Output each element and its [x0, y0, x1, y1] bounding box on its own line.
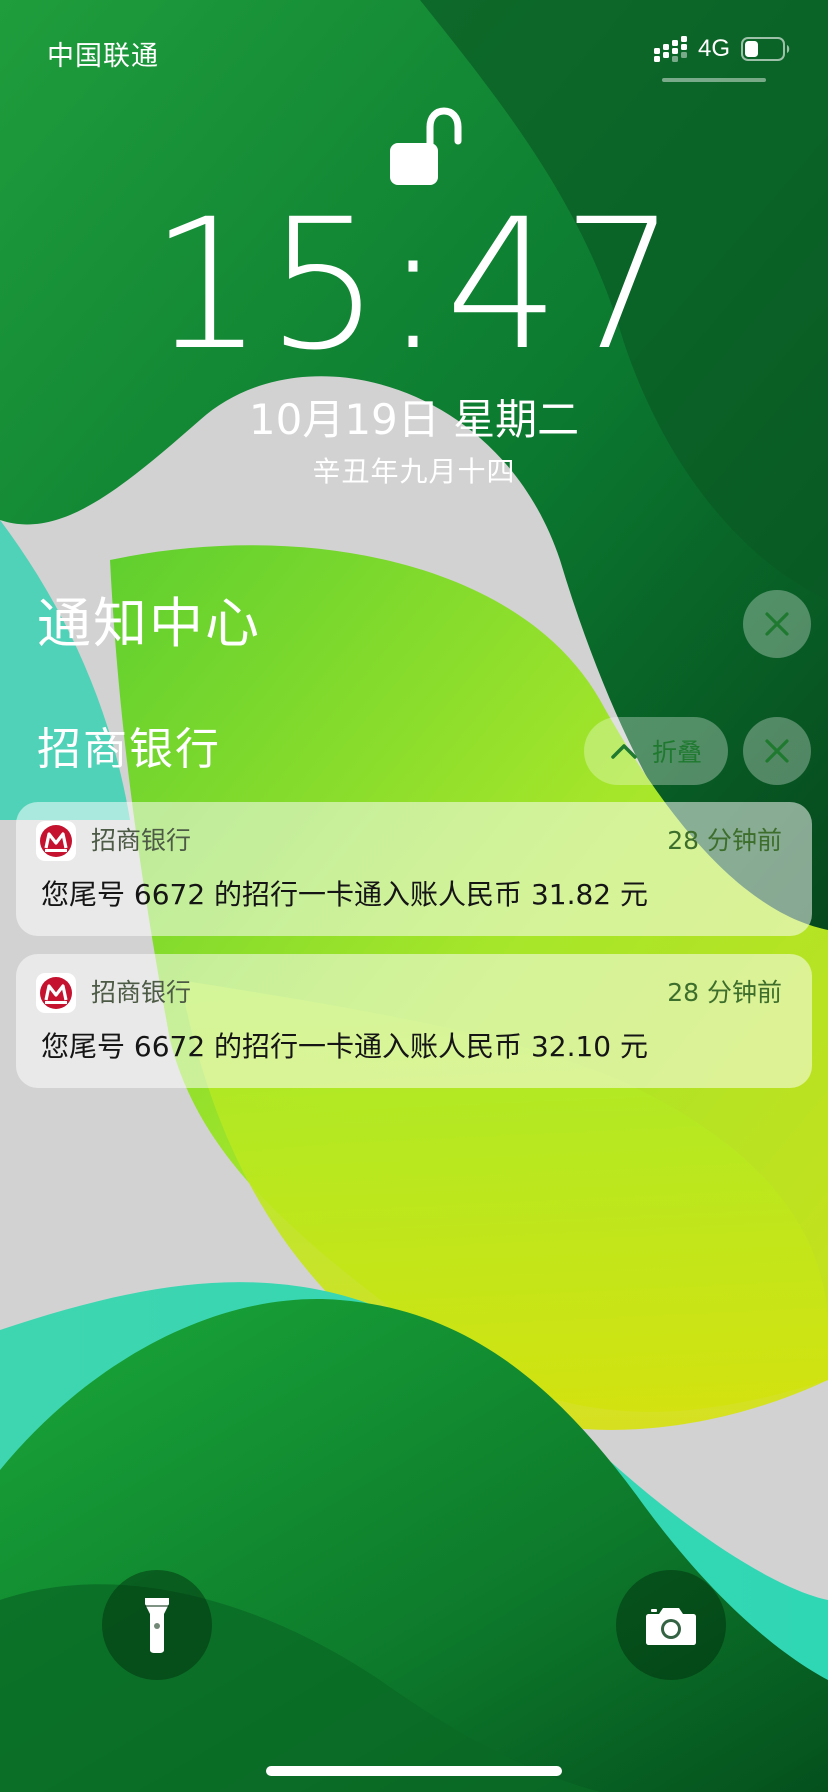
- cmb-app-icon: [36, 973, 76, 1013]
- collapse-label: 折叠: [651, 738, 702, 767]
- notification-card[interactable]: 招商银行 28 分钟前 您尾号 6672 的招行一卡通入账人民币 32.10 元: [16, 954, 812, 1088]
- flashlight-button[interactable]: [102, 1570, 212, 1680]
- notification-center-title: 通知中心: [37, 592, 261, 655]
- carrier-name: 中国联通: [47, 41, 159, 72]
- lock-screen-time: 15:47: [149, 181, 679, 390]
- close-icon: [765, 612, 789, 636]
- flashlight-icon: [145, 1598, 169, 1653]
- lunar-date: 辛丑年九月十四: [312, 455, 516, 488]
- clear-all-button[interactable]: [743, 590, 811, 658]
- signal-bars-icon: [654, 36, 687, 62]
- notification-time: 28 分钟前: [667, 978, 782, 1007]
- notification-body: 您尾号 6672 的招行一卡通入账人民币 31.82 元: [41, 878, 649, 911]
- lock-screen-date: 10月19日 星期二: [248, 395, 580, 444]
- battery-icon: [741, 37, 790, 61]
- camera-button[interactable]: [616, 1570, 726, 1680]
- chevron-up-icon: [611, 744, 637, 759]
- notification-body: 您尾号 6672 的招行一卡通入账人民币 32.10 元: [41, 1030, 649, 1063]
- control-center-grabber[interactable]: [662, 78, 766, 82]
- unlocked-padlock-icon: [390, 107, 462, 185]
- notification-group-title: 招商银行: [37, 724, 221, 775]
- cmb-app-icon: [36, 821, 76, 861]
- network-type: 4G: [698, 35, 731, 62]
- close-icon: [765, 739, 789, 763]
- collapse-group-button[interactable]: 折叠: [584, 717, 728, 785]
- clear-group-button[interactable]: [743, 717, 811, 785]
- notification-time: 28 分钟前: [667, 826, 782, 855]
- notification-app-name: 招商银行: [91, 826, 192, 855]
- notification-app-name: 招商银行: [91, 978, 192, 1007]
- camera-icon: [646, 1608, 696, 1645]
- home-indicator[interactable]: [266, 1766, 562, 1776]
- notification-card[interactable]: 招商银行 28 分钟前 您尾号 6672 的招行一卡通入账人民币 31.82 元: [16, 802, 812, 936]
